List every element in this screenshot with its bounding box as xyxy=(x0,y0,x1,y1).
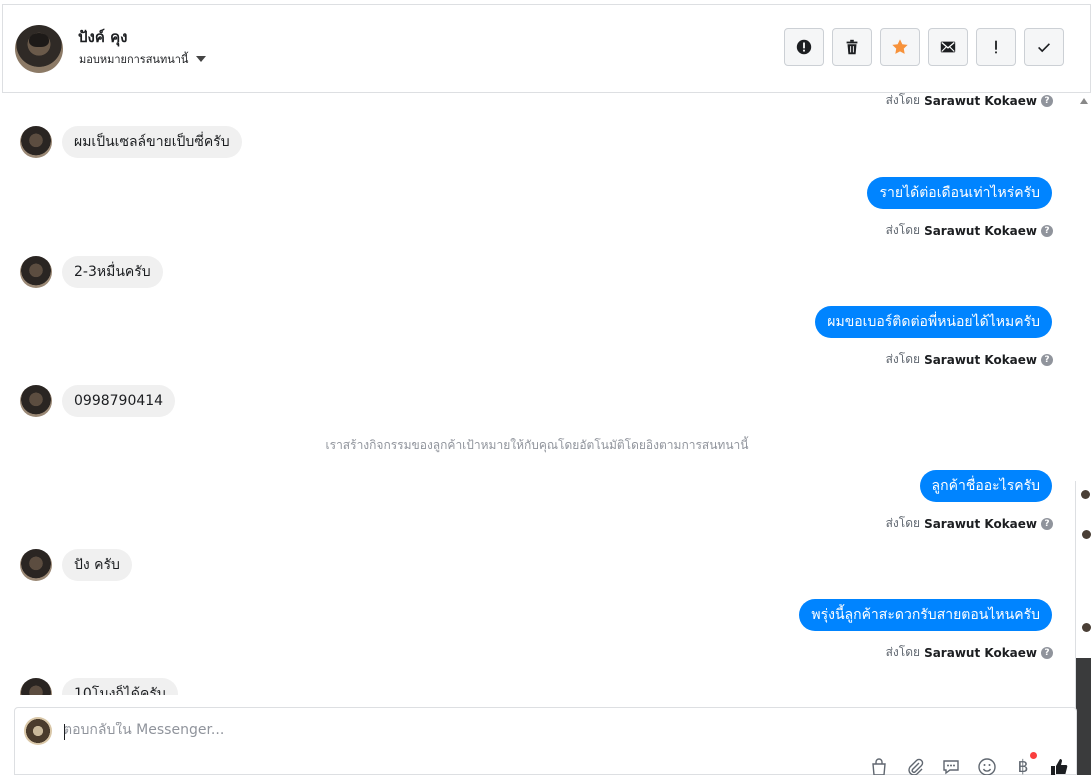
contact-avatar-small[interactable] xyxy=(20,549,52,581)
contact-name[interactable]: ปังค์ คุง xyxy=(78,25,127,49)
alert-circle-icon xyxy=(796,39,812,55)
paperclip-icon[interactable] xyxy=(904,756,926,775)
message-thread[interactable]: ส่งโดย Sarawut Kokaew ? ผมเป็นเซลล์ขายเป… xyxy=(2,93,1077,695)
message-row-incoming: 10โมงก็ได้ครับ xyxy=(20,678,178,695)
delete-button[interactable] xyxy=(832,28,872,66)
mark-done-button[interactable] xyxy=(1024,28,1064,66)
agent-name[interactable]: Sarawut Kokaew xyxy=(924,646,1037,660)
emoji-icon[interactable] xyxy=(976,756,998,775)
message-bubble-outgoing[interactable]: พรุ่งนี้ลูกค้าสะดวกรับสายตอนไหนครับ xyxy=(799,599,1052,631)
help-icon[interactable]: ? xyxy=(1041,94,1053,107)
trash-icon xyxy=(846,39,858,55)
mark-spam-button[interactable] xyxy=(784,28,824,66)
message-row-incoming: ปัง ครับ xyxy=(20,549,132,581)
participant-avatar[interactable] xyxy=(1081,490,1090,499)
message-row-outgoing: ลูกค้าชื่ออะไรครับ xyxy=(919,470,1052,502)
conversation-toolbar xyxy=(784,28,1064,66)
shopping-bag-icon[interactable] xyxy=(868,756,890,775)
message-bubble-incoming[interactable]: 10โมงก็ได้ครับ xyxy=(62,678,178,695)
message-bubble-incoming[interactable]: 2-3หมื่นครับ xyxy=(62,256,163,288)
checkmark-icon xyxy=(1038,43,1050,53)
sent-by-label: ส่งโดย Sarawut Kokaew ? xyxy=(886,93,1053,110)
star-button[interactable] xyxy=(880,28,920,66)
thumbs-up-icon[interactable] xyxy=(1048,756,1070,775)
assign-label: มอบหมายการสนทนานี้ xyxy=(79,53,189,66)
contact-avatar[interactable] xyxy=(15,25,63,73)
sent-by-prefix: ส่งโดย xyxy=(885,93,921,107)
page-avatar xyxy=(24,717,52,745)
conversation-header: ปังค์ คุง มอบหมายการสนทนานี้ xyxy=(2,4,1091,93)
reply-composer: ฿ xyxy=(14,707,1077,775)
side-panel-dark-edge xyxy=(1076,658,1091,775)
chevron-down-icon xyxy=(196,56,207,62)
mark-unread-button[interactable] xyxy=(928,28,968,66)
participant-avatar[interactable] xyxy=(1082,623,1091,632)
agent-name[interactable]: Sarawut Kokaew xyxy=(924,517,1037,531)
sent-by-label: ส่งโดย Sarawut Kokaew ? xyxy=(886,350,1053,369)
sent-by-prefix: ส่งโดย xyxy=(885,223,921,237)
envelope-icon xyxy=(940,41,956,53)
message-row-incoming: ผมเป็นเซลล์ขายเป็บซี่ครับ xyxy=(20,126,242,158)
message-bubble-outgoing[interactable]: ผมขอเบอร์ติดต่อพี่หน่อยได้ไหมครับ xyxy=(815,306,1052,338)
message-bubble-incoming[interactable]: ปัง ครับ xyxy=(62,549,132,581)
sent-by-label: ส่งโดย Sarawut Kokaew ? xyxy=(886,221,1053,240)
assign-conversation-dropdown[interactable]: มอบหมายการสนทนานี้ xyxy=(79,50,207,68)
participant-avatar[interactable] xyxy=(1082,530,1091,539)
scroll-up-arrow-icon[interactable] xyxy=(1080,98,1088,104)
help-icon[interactable]: ? xyxy=(1041,224,1053,237)
message-row-outgoing: พรุ่งนี้ลูกค้าสะดวกรับสายตอนไหนครับ xyxy=(799,599,1052,631)
agent-name[interactable]: Sarawut Kokaew xyxy=(924,224,1037,238)
baht-symbol: ฿ xyxy=(1017,757,1029,775)
star-icon xyxy=(892,39,908,54)
agent-name[interactable]: Sarawut Kokaew xyxy=(924,94,1037,108)
help-icon[interactable]: ? xyxy=(1041,517,1053,530)
help-icon[interactable]: ? xyxy=(1041,353,1053,366)
message-row-incoming: 0998790414 xyxy=(20,385,176,417)
contact-avatar-small[interactable] xyxy=(20,385,52,417)
message-bubble-incoming[interactable]: ผมเป็นเซลล์ขายเป็บซี่ครับ xyxy=(62,126,242,158)
sent-by-prefix: ส่งโดย xyxy=(885,645,921,659)
saved-reply-icon[interactable] xyxy=(940,756,962,775)
contact-avatar-small[interactable] xyxy=(20,126,52,158)
contact-avatar-small[interactable] xyxy=(20,256,52,288)
reply-input[interactable] xyxy=(63,722,763,738)
follow-up-button[interactable] xyxy=(976,28,1016,66)
message-row-outgoing: ผมขอเบอร์ติดต่อพี่หน่อยได้ไหมครับ xyxy=(815,306,1052,338)
composer-tools: ฿ xyxy=(868,752,1070,775)
sent-by-label: ส่งโดย Sarawut Kokaew ? xyxy=(886,643,1053,662)
sent-by-label: ส่งโดย Sarawut Kokaew ? xyxy=(886,514,1053,533)
notification-dot xyxy=(1030,752,1037,759)
help-icon[interactable]: ? xyxy=(1041,646,1053,659)
text-cursor xyxy=(64,724,65,740)
baht-payment-icon[interactable]: ฿ xyxy=(1012,752,1037,775)
message-bubble-outgoing[interactable]: ลูกค้าชื่ออะไรครับ xyxy=(919,470,1052,502)
system-note: เราสร้างกิจกรรมของลูกค้าเป้าหมายให้กับคุ… xyxy=(325,438,749,452)
message-bubble-incoming[interactable]: 0998790414 xyxy=(62,385,176,417)
exclamation-icon xyxy=(995,40,997,54)
sent-by-prefix: ส่งโดย xyxy=(885,352,921,366)
sent-by-prefix: ส่งโดย xyxy=(885,516,921,530)
message-row-incoming: 2-3หมื่นครับ xyxy=(20,256,163,288)
message-row-outgoing: รายได้ต่อเดือนเท่าไหร่ครับ xyxy=(867,177,1052,209)
agent-name[interactable]: Sarawut Kokaew xyxy=(924,353,1037,367)
message-bubble-outgoing[interactable]: รายได้ต่อเดือนเท่าไหร่ครับ xyxy=(867,177,1052,209)
contact-avatar-small[interactable] xyxy=(20,678,52,695)
